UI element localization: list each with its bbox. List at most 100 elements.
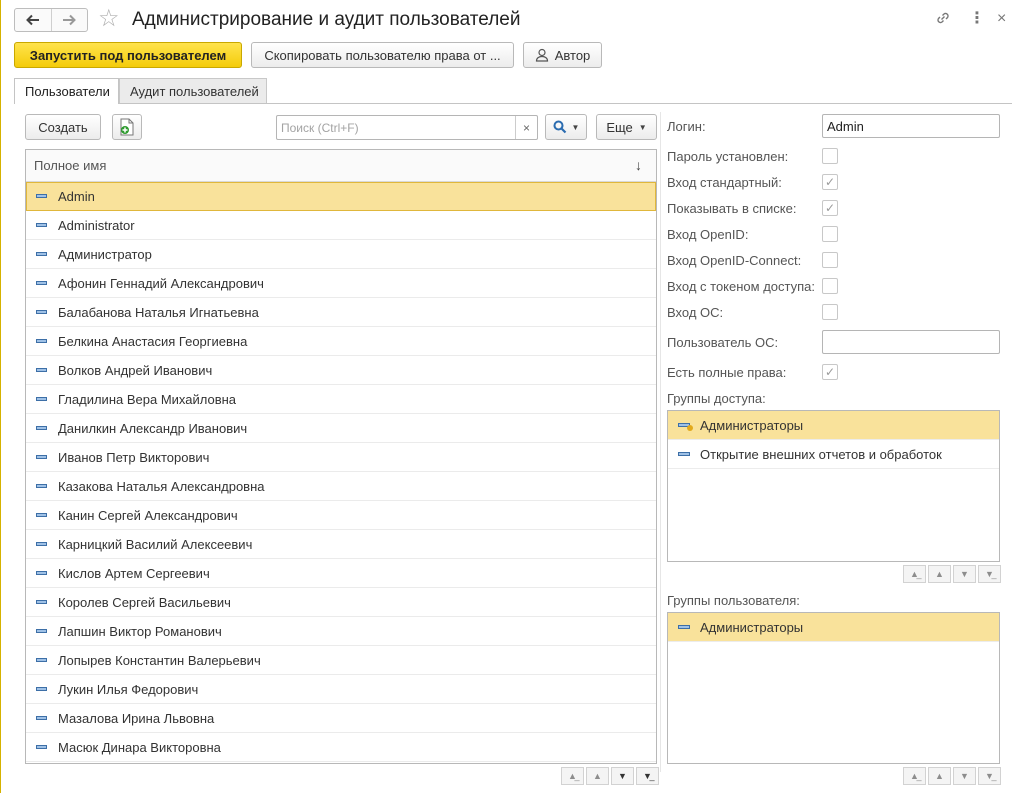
user-full-name: Королев Сергей Васильевич [58, 594, 231, 610]
password-set-checkbox[interactable] [822, 148, 838, 164]
user-item-icon [36, 339, 47, 343]
table-row[interactable]: Казакова Наталья Александровна [26, 472, 656, 501]
users-table-nav: ▲̲ ▲ ▼ ▼̲ [561, 767, 659, 785]
table-row[interactable]: Афонин Геннадий Александрович [26, 269, 656, 298]
more-actions-icon[interactable]: ⋮ [969, 10, 985, 28]
user-icon [535, 48, 548, 62]
show-in-list-checkbox[interactable]: ✓ [822, 200, 838, 216]
table-row[interactable]: Канин Сергей Александрович [26, 501, 656, 530]
user-item-icon [36, 397, 47, 401]
openid-checkbox[interactable] [822, 226, 838, 242]
login-label: Логин: [667, 119, 706, 134]
search-options-button[interactable]: ▼ [545, 114, 587, 140]
standard-login-checkbox[interactable]: ✓ [822, 174, 838, 190]
move-to-top-icon[interactable]: ▲̲ [903, 565, 926, 583]
table-row[interactable]: Admin [26, 182, 656, 211]
os-login-checkbox[interactable] [822, 304, 838, 320]
panel-divider [660, 112, 661, 772]
user-full-name: Данилкин Александр Иванович [58, 420, 248, 436]
table-row[interactable]: Волков Андрей Иванович [26, 356, 656, 385]
user-groups-list: Администраторы [667, 612, 1000, 764]
access-group-name: Администраторы [700, 417, 804, 433]
openid-connect-checkbox[interactable] [822, 252, 838, 268]
favorite-star-icon[interactable]: ☆ [98, 6, 120, 32]
back-button[interactable] [15, 9, 51, 31]
author-button[interactable]: Автор [523, 42, 602, 68]
access-groups-label: Группы доступа: [667, 391, 766, 406]
search-input[interactable] [277, 116, 509, 139]
table-row[interactable]: Королев Сергей Васильевич [26, 588, 656, 617]
run-as-user-button[interactable]: Запустить под пользователем [14, 42, 242, 68]
user-item-icon [36, 281, 47, 285]
token-login-checkbox[interactable] [822, 278, 838, 294]
table-row[interactable]: Балабанова Наталья Игнатьевна [26, 298, 656, 327]
tab-users-audit-label: Аудит пользователей [130, 83, 259, 99]
user-item-icon [36, 484, 47, 488]
move-up-icon[interactable]: ▲ [928, 767, 951, 785]
move-to-bottom-icon[interactable]: ▼̲ [978, 767, 1001, 785]
close-icon[interactable]: × [997, 10, 1006, 28]
access-group-name: Открытие внешних отчетов и обработок [700, 446, 942, 462]
arrow-right-icon [63, 14, 77, 26]
search-clear-icon[interactable]: × [515, 116, 537, 139]
group-icon [678, 452, 690, 456]
table-row[interactable]: Карницкий Василий Алексеевич [26, 530, 656, 559]
create-copy-button[interactable] [112, 114, 142, 140]
link-icon[interactable] [935, 10, 951, 30]
move-to-top-icon[interactable]: ▲̲ [903, 767, 926, 785]
table-row[interactable]: Белкина Анастасия Георгиевна [26, 327, 656, 356]
user-full-name: Administrator [58, 217, 135, 233]
table-row[interactable]: Лапшин Виктор Романович [26, 617, 656, 646]
table-row[interactable]: Данилкин Александр Иванович [26, 414, 656, 443]
table-row[interactable]: Мазалова Ирина Львовна [26, 704, 656, 733]
user-item-icon [36, 252, 47, 256]
checkmark-icon: ✓ [824, 365, 836, 379]
os-user-field[interactable] [822, 330, 1000, 354]
user-item-icon [36, 629, 47, 633]
table-row[interactable]: Администратор [26, 240, 656, 269]
move-up-icon[interactable]: ▲ [928, 565, 951, 583]
table-row[interactable]: Кислов Артем Сергеевич [26, 559, 656, 588]
move-down-icon[interactable]: ▼ [953, 565, 976, 583]
user-item-icon [36, 542, 47, 546]
move-up-icon[interactable]: ▲ [586, 767, 609, 785]
password-set-label: Пароль установлен: [667, 149, 789, 164]
token-login-label: Вход с токеном доступа: [667, 279, 815, 294]
author-button-label: Автор [554, 47, 591, 63]
move-down-icon[interactable]: ▼ [953, 767, 976, 785]
tab-users[interactable]: Пользователи [14, 78, 119, 104]
user-group-row[interactable]: Администраторы [668, 613, 999, 642]
navigation-buttons [14, 8, 88, 32]
column-header-label: Полное имя [34, 158, 107, 173]
more-button[interactable]: Еще ▼ [596, 114, 657, 140]
table-row[interactable]: Administrator [26, 211, 656, 240]
move-down-icon[interactable]: ▼ [611, 767, 634, 785]
group-icon [678, 625, 690, 629]
table-row[interactable]: Лукин Илья Федорович [26, 675, 656, 704]
os-user-label: Пользователь ОС: [667, 335, 779, 350]
user-full-name: Волков Андрей Иванович [58, 362, 213, 378]
access-group-row[interactable]: Открытие внешних отчетов и обработок [668, 440, 999, 469]
move-to-bottom-icon[interactable]: ▼̲ [978, 565, 1001, 583]
table-row[interactable]: Иванов Петр Викторович [26, 443, 656, 472]
user-full-name: Казакова Наталья Александровна [58, 478, 265, 494]
table-row[interactable]: Масюк Динара Викторовна [26, 733, 656, 762]
login-field[interactable]: Admin [822, 114, 1000, 138]
forward-button[interactable] [50, 9, 88, 31]
search-field[interactable]: × [276, 115, 538, 140]
move-to-bottom-icon[interactable]: ▼̲ [636, 767, 659, 785]
tab-users-audit[interactable]: Аудит пользователей [119, 78, 267, 104]
table-row[interactable]: Гладилина Вера Михайловна [26, 385, 656, 414]
checkmark-icon: ✓ [824, 175, 836, 189]
full-rights-label: Есть полные права: [667, 365, 787, 380]
create-button[interactable]: Создать [25, 114, 101, 140]
user-full-name: Лопырев Константин Валерьевич [58, 652, 261, 668]
access-group-row[interactable]: Администраторы [668, 411, 999, 440]
show-in-list-label: Показывать в списке: [667, 201, 797, 216]
column-header-full-name[interactable]: Полное имя ↓ [26, 150, 656, 182]
move-to-top-icon[interactable]: ▲̲ [561, 767, 584, 785]
full-rights-checkbox[interactable]: ✓ [822, 364, 838, 380]
user-item-icon [36, 600, 47, 604]
table-row[interactable]: Лопырев Константин Валерьевич [26, 646, 656, 675]
copy-rights-button[interactable]: Скопировать пользователю права от ... [251, 42, 514, 68]
